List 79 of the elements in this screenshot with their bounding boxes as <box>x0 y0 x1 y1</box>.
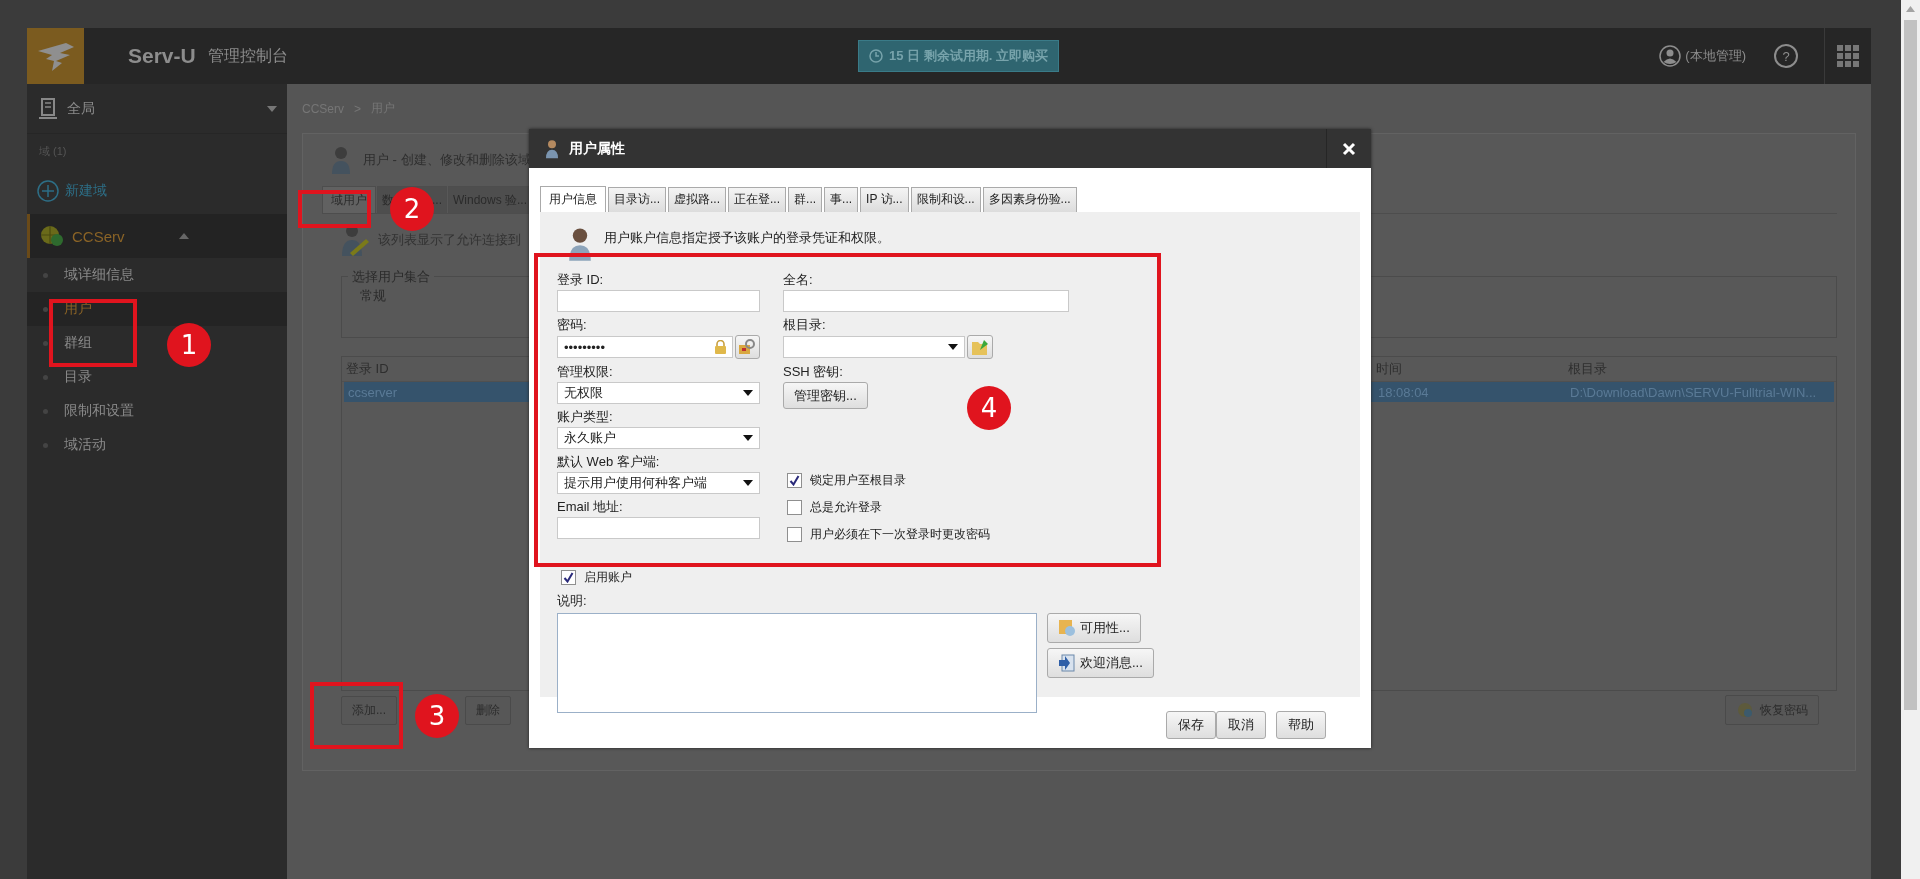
save-button[interactable]: 保存 <box>1166 711 1216 739</box>
sidebar-item[interactable]: 域详细信息 <box>64 266 134 284</box>
arrow-up-icon[interactable] <box>1906 6 1915 12</box>
dropdown-field[interactable] <box>783 336 965 358</box>
field-label: 管理权限: <box>557 363 614 381</box>
tab[interactable]: 目录访... <box>608 187 666 212</box>
input-field[interactable] <box>783 290 1069 312</box>
checkbox[interactable] <box>561 570 576 585</box>
checkbox-label: 用户必须在下一次登录时更改密码 <box>810 526 990 543</box>
field-label: 密码: <box>557 316 588 334</box>
checkbox[interactable] <box>787 473 802 488</box>
input-field[interactable] <box>557 290 760 312</box>
field-label: 账户类型: <box>557 408 614 426</box>
tab[interactable]: 限制和设... <box>910 187 981 212</box>
intro-text: 用户账户信息指定授予该账户的登录凭证和权限。 <box>604 229 890 247</box>
domain-item[interactable]: CCServ <box>27 214 287 258</box>
user-icon <box>331 145 351 175</box>
breadcrumb-separator: > <box>354 101 362 116</box>
field-label: 全名: <box>783 271 814 289</box>
welcome-message-button[interactable]: 欢迎消息... <box>1047 648 1154 678</box>
checkbox-label: 锁定用户至根目录 <box>810 472 906 489</box>
folder-button[interactable] <box>967 335 993 359</box>
lock-icon <box>714 340 726 354</box>
field-label: 根目录: <box>783 316 827 334</box>
field-label: 登录 ID: <box>557 271 605 289</box>
tab[interactable]: 用户信息 <box>540 186 606 212</box>
dropdown-field[interactable]: 无权限 <box>557 382 760 404</box>
manage-keys-button[interactable]: 管理密钥... <box>783 382 868 409</box>
apps-grid-icon[interactable] <box>1837 45 1859 67</box>
caret-icon <box>267 105 277 112</box>
server-icon <box>39 97 57 120</box>
new-domain-link[interactable]: 新建域 <box>27 168 287 214</box>
app-subtitle: 管理控制台 <box>207 45 288 66</box>
user-icon <box>568 226 592 262</box>
caret-icon <box>178 233 189 239</box>
field-label: Email 地址: <box>557 498 624 516</box>
checkbox[interactable] <box>787 527 802 542</box>
close-icon[interactable] <box>1342 141 1356 156</box>
availability-button[interactable]: 可用性... <box>1047 613 1141 643</box>
logo <box>27 28 84 84</box>
input-field[interactable] <box>557 517 760 539</box>
tab[interactable]: 虚拟路... <box>668 187 727 212</box>
help-button[interactable]: ? <box>1774 44 1798 68</box>
checkbox[interactable] <box>787 500 802 515</box>
tab[interactable]: 多因素身份验... <box>982 187 1077 212</box>
sidebar-item[interactable]: 群组 <box>64 334 92 352</box>
cancel-button[interactable]: 取消 <box>1216 711 1266 739</box>
dropdown-field[interactable]: 提示用户使用何种客户端 <box>557 472 760 494</box>
tab[interactable]: 正在登... <box>728 187 787 212</box>
caret-icon <box>743 480 753 486</box>
dropdown-field[interactable]: 永久账户 <box>557 427 760 449</box>
field-label: 默认 Web 客户端: <box>557 453 661 471</box>
app-title: Serv-U <box>128 44 196 68</box>
help-button[interactable]: 帮助 <box>1276 711 1326 739</box>
add-icon <box>37 180 59 202</box>
sidebar-item[interactable]: 目录 <box>64 368 92 386</box>
tab[interactable]: IP 访... <box>860 187 909 212</box>
globe-icon <box>40 225 64 247</box>
user-menu[interactable]: (本地管理) <box>1659 45 1746 67</box>
trial-badge[interactable]: 15 日 剩余试用期. 立即购买 <box>858 40 1059 72</box>
checkbox-label: 总是允许登录 <box>810 499 882 516</box>
password-field[interactable]: ••••••••• <box>557 336 733 358</box>
caret-icon <box>743 435 753 441</box>
field-label: SSH 密钥: <box>783 363 844 381</box>
user-icon <box>545 138 559 159</box>
tab[interactable]: 群... <box>788 187 823 212</box>
sidebar-item[interactable]: 限制和设置 <box>64 402 134 420</box>
dialog-title: 用户属性 <box>569 139 625 158</box>
caret-icon <box>948 344 958 350</box>
scope-selector[interactable]: 全局 <box>27 84 287 134</box>
key-button[interactable] <box>734 335 760 359</box>
clock-icon <box>869 49 884 63</box>
checkbox-label: 启用账户 <box>584 569 632 586</box>
sidebar-item[interactable]: 域活动 <box>64 436 106 454</box>
user-icon <box>1659 45 1682 67</box>
notes-field[interactable] <box>557 613 1037 713</box>
field-label: 说明: <box>557 592 588 610</box>
tab[interactable]: 事... <box>824 187 859 212</box>
caret-icon <box>743 390 753 396</box>
